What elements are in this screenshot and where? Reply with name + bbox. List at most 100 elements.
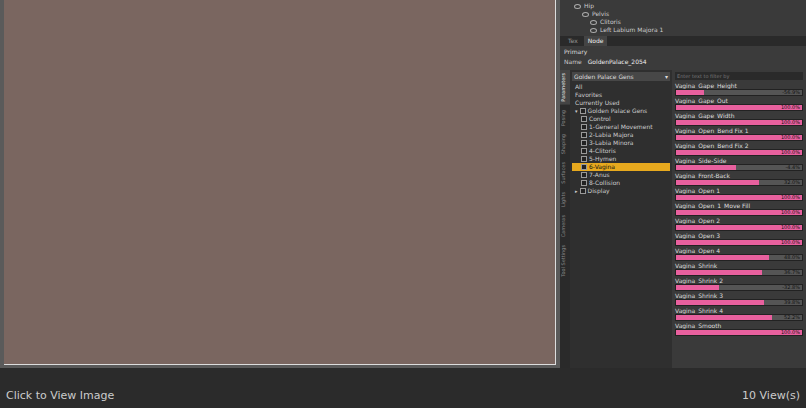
slider-fill	[676, 315, 772, 320]
category-item[interactable]: ▾Golden Palace Gens	[572, 107, 670, 115]
category-item[interactable]: 8-Collision	[572, 179, 670, 187]
slider-track[interactable]: 100.0%	[675, 134, 803, 141]
category-item[interactable]: 6-Vagina	[572, 163, 670, 171]
checkbox[interactable]	[581, 172, 587, 178]
side-tab[interactable]: Cameras	[560, 212, 570, 240]
screen: HipPelvisClitorisLeft Labium Majora 1 Tex…	[0, 0, 806, 408]
visibility-icon[interactable]	[574, 4, 581, 9]
slider-track[interactable]: 48.0%	[675, 254, 803, 261]
checkbox[interactable]	[581, 132, 587, 138]
slider-value[interactable]: 100.0%	[781, 135, 800, 140]
slider-value[interactable]: 100.0%	[781, 240, 800, 245]
slider-value[interactable]: 100.0%	[781, 210, 800, 215]
scene-tree-item[interactable]: Pelvis	[560, 10, 806, 18]
category-item[interactable]: Currently Used	[572, 99, 670, 107]
category-item[interactable]: All	[572, 83, 670, 91]
tab-bar: TexNode	[560, 36, 806, 46]
slider-row: Vagina_Front-Back32.0%	[675, 172, 803, 187]
slider-value[interactable]: 100.0%	[781, 120, 800, 125]
slider-row: Vagina_Open_Bend Fix 2100.0%	[675, 142, 803, 157]
checkbox[interactable]	[581, 180, 587, 186]
side-tab[interactable]: Lights	[560, 189, 570, 210]
category-item[interactable]: 1-General Movement	[572, 123, 670, 131]
checkbox[interactable]	[581, 140, 587, 146]
checkbox[interactable]	[581, 148, 587, 154]
slider-track[interactable]: -32.8%	[675, 284, 803, 291]
visibility-icon[interactable]	[590, 20, 597, 25]
slider-track[interactable]: 100.0%	[675, 329, 803, 336]
category-item[interactable]: ▸Display	[572, 187, 670, 195]
slider-row: Vagina_Open 2100.0%	[675, 217, 803, 232]
slider-track[interactable]: 36.7%	[675, 269, 803, 276]
slider-track[interactable]: 100.0%	[675, 194, 803, 201]
section-title: Primary	[564, 47, 802, 57]
slider-fill	[676, 285, 719, 290]
slider-value[interactable]: 39.8%	[784, 300, 800, 305]
slider-track[interactable]: 100.0%	[675, 224, 803, 231]
name-label: Name	[564, 57, 582, 67]
slider-track[interactable]: 100.0%	[675, 209, 803, 216]
slider-track[interactable]: 100.0%	[675, 119, 803, 126]
slider-track[interactable]: 100.0%	[675, 104, 803, 111]
checkbox[interactable]	[581, 156, 587, 162]
slider-track[interactable]: -56.9%	[675, 89, 803, 96]
view-image-link[interactable]: Click to View Image	[6, 389, 114, 402]
slider-value[interactable]: 100.0%	[781, 330, 800, 335]
slider-track[interactable]: 100.0%	[675, 149, 803, 156]
slider-value[interactable]: -32.8%	[782, 285, 800, 290]
search-field[interactable]: Enter text to filter by	[675, 72, 803, 80]
checkbox[interactable]	[580, 188, 586, 194]
slider-track[interactable]: 32.0%	[675, 179, 803, 186]
slider-track[interactable]: 39.8%	[675, 299, 803, 306]
category-item[interactable]: 4-Clitoris	[572, 147, 670, 155]
category-item[interactable]: Control	[572, 115, 670, 123]
category-item[interactable]: Favorites	[572, 91, 670, 99]
slider-value[interactable]: 48.0%	[784, 255, 800, 260]
checkbox[interactable]	[581, 164, 587, 170]
slider-value[interactable]: 100.0%	[781, 105, 800, 110]
slider-row: Vagina_Open 448.0%	[675, 247, 803, 262]
slider-track[interactable]: 52.2%	[675, 314, 803, 321]
tab[interactable]: Tex	[564, 36, 582, 46]
slider-label: Vagina_Smooth	[675, 322, 803, 329]
visibility-icon[interactable]	[590, 28, 597, 33]
category-item[interactable]: 5-Hymen	[572, 155, 670, 163]
slider-label: Vagina_Shrink 3	[675, 292, 803, 299]
slider-label: Vagina_Gape_Out	[675, 97, 803, 104]
slider-value[interactable]: -56.9%	[782, 90, 800, 95]
checkbox[interactable]	[581, 124, 587, 130]
slider-value[interactable]: 100.0%	[781, 225, 800, 230]
category-item[interactable]: 2-Labia Majora	[572, 131, 670, 139]
slider-fill	[676, 270, 762, 275]
side-tab[interactable]: Tool Settings	[560, 242, 570, 280]
slider-value[interactable]: 100.0%	[781, 195, 800, 200]
slider-track[interactable]: -4.4%	[675, 164, 803, 171]
category-dropdown[interactable]: Golden Palace Gens▾	[572, 72, 670, 81]
side-tab[interactable]: Shaping	[560, 131, 570, 157]
category-list: Golden Palace Gens▾ AllFavoritesCurrently…	[570, 70, 672, 368]
side-tab[interactable]: Surfaces	[560, 159, 570, 187]
slider-value[interactable]: -4.4%	[785, 165, 800, 170]
slider-value[interactable]: 100.0%	[781, 150, 800, 155]
scene-tree-item[interactable]: Clitoris	[560, 18, 806, 26]
scene-tree-item[interactable]: Hip	[560, 2, 806, 10]
side-tab[interactable]: Parameters	[560, 70, 570, 105]
tab[interactable]: Node	[584, 36, 608, 46]
checkbox[interactable]	[581, 116, 587, 122]
slider-label: Vagina_Open_1_Move Fill	[675, 202, 803, 209]
slider-value[interactable]: 32.0%	[784, 180, 800, 185]
category-item[interactable]: 7-Anus	[572, 171, 670, 179]
slider-label: Vagina_Open 4	[675, 247, 803, 254]
side-tab[interactable]: Posing	[560, 107, 570, 129]
visibility-icon[interactable]	[582, 12, 589, 17]
slider-track[interactable]: 100.0%	[675, 239, 803, 246]
viewport-render[interactable]	[4, 0, 556, 365]
slider-value[interactable]: 36.7%	[784, 270, 800, 275]
slider-label: Vagina_Open 1	[675, 187, 803, 194]
name-field[interactable]: GoldenPalace_2054	[588, 57, 647, 67]
right-panel: HipPelvisClitorisLeft Labium Majora 1 Tex…	[560, 0, 806, 368]
scene-tree-item[interactable]: Left Labium Majora 1	[560, 26, 806, 34]
slider-value[interactable]: 52.2%	[784, 315, 800, 320]
category-item[interactable]: 3-Labia Minora	[572, 139, 670, 147]
checkbox[interactable]	[580, 108, 586, 114]
